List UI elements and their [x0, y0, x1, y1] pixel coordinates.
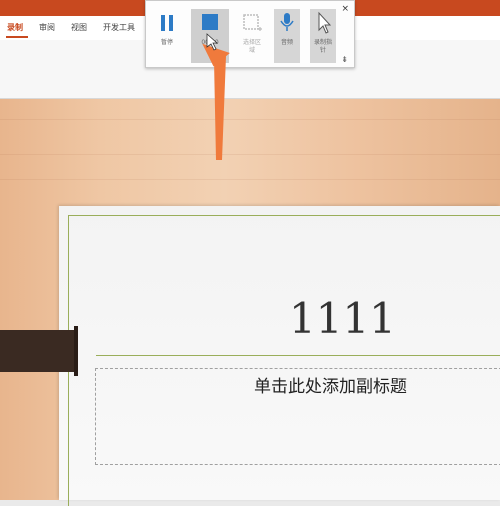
record-pointer-button[interactable]: 录制指 针 [310, 9, 336, 63]
select-area-icon [243, 14, 262, 31]
select-area-label-line1: 选择区 [242, 39, 261, 46]
tab-record[interactable]: 录制 [7, 22, 23, 33]
slide-divider-line [96, 355, 500, 356]
record-pointer-label-line1: 录制指 [313, 39, 332, 46]
close-icon[interactable]: × [341, 4, 349, 14]
mouse-pointer-icon [318, 11, 332, 34]
pin-icon[interactable]: ⇟ [341, 55, 348, 64]
audio-label: 音频 [280, 39, 293, 46]
slide-title[interactable]: 1111 [289, 294, 396, 343]
audio-button[interactable]: 音频 [274, 9, 300, 63]
dark-decorative-block [0, 330, 78, 372]
stop-button[interactable]: 00:00 [191, 9, 229, 63]
slide[interactable]: 1111 单击此处添加副标题 [59, 206, 500, 506]
pause-icon [161, 15, 173, 31]
record-pointer-label-line2: 针 [319, 47, 326, 54]
tab-view[interactable]: 视图 [71, 22, 87, 33]
active-tab-indicator [6, 36, 28, 38]
recording-toolbar: 暂停 00:00 选择区 域 音频 录制指 针 × ⇟ [145, 0, 355, 68]
dark-decorative-edge [74, 326, 78, 376]
wood-grain [0, 119, 500, 120]
wood-grain [0, 154, 500, 155]
slide-subtitle[interactable]: 单击此处添加副标题 [254, 372, 407, 397]
select-area-button[interactable]: 选择区 域 [235, 9, 269, 63]
wood-grain [0, 179, 500, 180]
microphone-icon [280, 13, 294, 31]
tab-review[interactable]: 审阅 [39, 22, 55, 33]
stop-icon [202, 14, 218, 30]
select-area-label-line2: 域 [248, 47, 255, 54]
pause-label: 暂停 [160, 39, 173, 46]
pause-button[interactable]: 暂停 [152, 9, 182, 63]
tab-developer[interactable]: 开发工具 [103, 22, 135, 33]
recording-timer: 00:00 [201, 39, 219, 46]
